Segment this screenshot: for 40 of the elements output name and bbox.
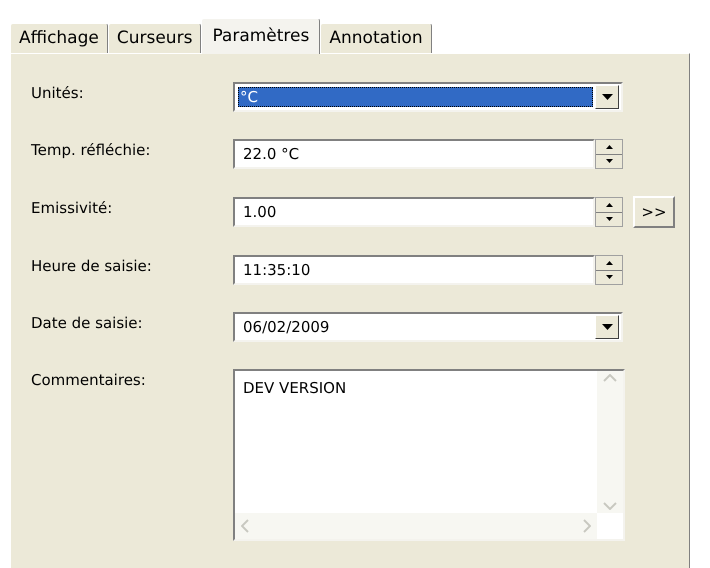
field-label: Unités: (31, 82, 85, 104)
dropdown-field[interactable]: 06/02/2009 (233, 312, 623, 342)
spin-buttons[interactable] (595, 255, 623, 285)
scroll-up-icon (603, 374, 617, 382)
down-arrow-icon (602, 94, 612, 100)
field-label: Date de saisie: (31, 312, 144, 334)
scroll-left-icon (241, 519, 249, 533)
comments-text: DEV VERSION (242, 378, 348, 399)
tab[interactable]: Annotation (320, 23, 432, 53)
up-arrow-icon (606, 260, 612, 265)
dropdown-button[interactable] (595, 85, 619, 109)
field-label: Emissivité: (31, 198, 114, 219)
comments-field[interactable]: DEV VERSION (233, 369, 625, 541)
field-value: 06/02/2009 (243, 316, 330, 338)
spin-field[interactable]: 1.00 (233, 197, 595, 227)
field-label: Temp. réfléchie: (31, 140, 152, 161)
more-button[interactable]: >> (633, 196, 675, 228)
spin-field[interactable]: 11:35:10 (233, 255, 595, 285)
tab[interactable]: Paramètres (201, 18, 320, 54)
spin-buttons[interactable] (595, 197, 623, 227)
field-label: Heure de saisie: (31, 256, 153, 277)
dropdown-field[interactable]: °C (233, 82, 623, 112)
dropdown-button[interactable] (595, 315, 619, 339)
field-value: 11:35:10 (243, 260, 312, 281)
scroll-right-icon (583, 519, 591, 533)
field-label: Commentaires: (31, 370, 147, 391)
tab[interactable]: Affichage (10, 23, 108, 53)
down-arrow-icon (606, 217, 612, 222)
down-arrow-icon (606, 159, 612, 164)
spin-field[interactable]: 22.0 °C (233, 139, 595, 169)
tab[interactable]: Curseurs (108, 23, 202, 53)
field-value: 1.00 (243, 202, 278, 223)
scroll-down-icon (603, 502, 617, 510)
spin-buttons[interactable] (595, 139, 623, 169)
field-value: 22.0 °C (243, 144, 300, 165)
up-arrow-icon (606, 202, 612, 207)
up-arrow-icon (606, 144, 612, 149)
down-arrow-icon (606, 275, 612, 280)
field-value: °C (238, 87, 593, 107)
down-arrow-icon (602, 324, 612, 330)
